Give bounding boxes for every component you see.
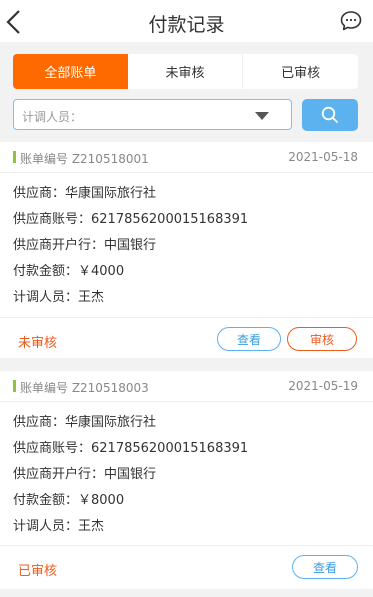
page-title: 付款记录	[148, 14, 225, 36]
tab-unaudited[interactable]: 未审核	[128, 54, 244, 89]
card-header: 账单编号 Z210518001 2021-05-18	[0, 142, 373, 173]
card-footer: 已审核 查看	[0, 545, 373, 589]
accent-bar	[13, 380, 16, 392]
search-icon	[321, 106, 338, 123]
bill-date: 2021-05-18	[288, 150, 358, 164]
header-bar: 付款记录	[0, 0, 373, 42]
supplier-account-row: 供应商账号：6217856200015168391	[13, 212, 249, 227]
supplier-row: 供应商：华康国际旅行社	[13, 415, 157, 430]
record-details: 供应商：华康国际旅行社 供应商账号：6217856200015168391 供应…	[13, 414, 248, 544]
chat-bubble-icon[interactable]	[339, 9, 363, 33]
supplier-row: 供应商：华康国际旅行社	[13, 186, 157, 201]
dropdown-arrow-icon	[255, 112, 269, 120]
audit-button[interactable]: 审核	[287, 327, 357, 351]
accent-bar	[13, 151, 16, 163]
bill-number: 账单编号 Z210518003	[20, 381, 149, 395]
bill-date: 2021-05-19	[288, 379, 358, 393]
tab-all-bills[interactable]: 全部账单	[13, 54, 128, 89]
supplier-bank-row: 供应商开户行：中国银行	[13, 238, 157, 253]
bill-number: 账单编号 Z210518001	[20, 152, 149, 166]
coordinator-select-label: 计调人员：	[22, 110, 83, 124]
status-tabs: 全部账单 未审核 已审核	[13, 54, 358, 89]
filter-area: 全部账单 未审核 已审核 计调人员：	[0, 42, 373, 142]
coordinator-row: 计调人员：王杰	[13, 519, 105, 534]
payment-amount-row: 付款金额：￥8000	[13, 493, 125, 508]
supplier-account-row: 供应商账号：6217856200015168391	[13, 441, 249, 456]
tab-audited[interactable]: 已审核	[243, 54, 358, 89]
coordinator-row: 计调人员：王杰	[13, 290, 105, 305]
payment-amount-row: 付款金额：￥4000	[13, 264, 125, 279]
search-button[interactable]	[302, 99, 358, 131]
view-button[interactable]: 查看	[292, 555, 358, 579]
payment-record-card: 账单编号 Z210518003 2021-05-19 供应商：华康国际旅行社 供…	[0, 371, 373, 589]
payment-record-card: 账单编号 Z210518001 2021-05-18 供应商：华康国际旅行社 供…	[0, 142, 373, 358]
supplier-bank-row: 供应商开户行：中国银行	[13, 467, 157, 482]
card-footer: 未审核 查看 审核	[0, 317, 373, 361]
coordinator-select[interactable]: 计调人员：	[13, 99, 292, 130]
card-header: 账单编号 Z210518003 2021-05-19	[0, 371, 373, 402]
status-badge: 已审核	[18, 564, 58, 579]
record-details: 供应商：华康国际旅行社 供应商账号：6217856200015168391 供应…	[13, 185, 248, 315]
view-button[interactable]: 查看	[217, 327, 281, 351]
status-badge: 未审核	[18, 336, 58, 351]
